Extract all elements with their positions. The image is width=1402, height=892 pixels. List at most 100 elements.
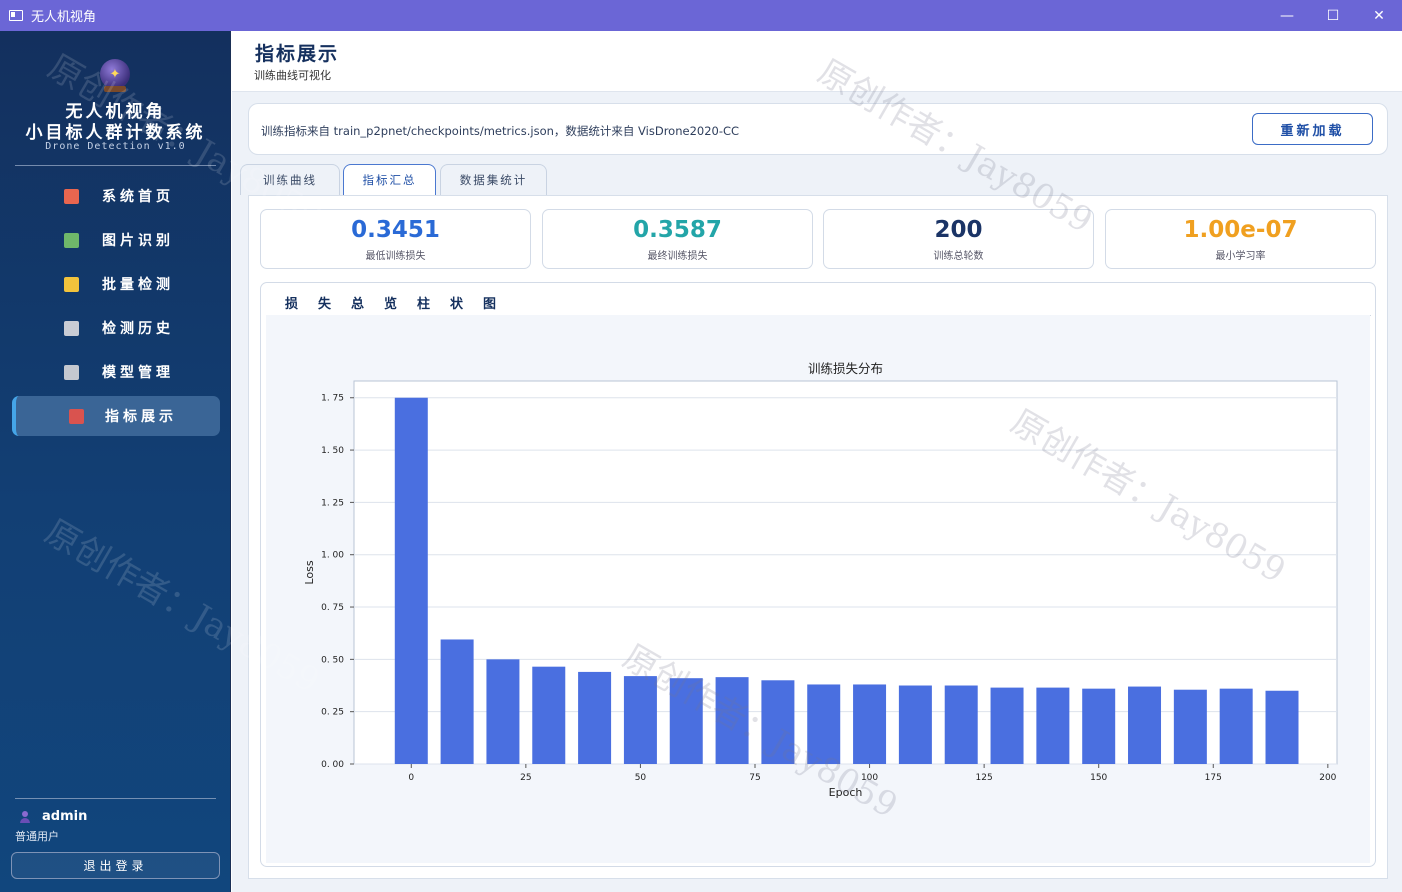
sidebar-item-6[interactable]: 指标展示 (12, 396, 220, 436)
chart-bar (578, 671, 612, 764)
home-icon (64, 188, 79, 204)
divider (15, 165, 216, 166)
sidebar-item-label: 模型管理 (102, 365, 174, 381)
sidebar-item-5[interactable]: 模型管理 (12, 352, 220, 392)
user-name: admin (42, 809, 88, 824)
chart-bar (1173, 689, 1207, 764)
chart-bar (990, 687, 1024, 764)
stat-card-total-epochs: 200 训练总轮数 (823, 209, 1094, 269)
y-tick-label: 1. 00 (321, 551, 344, 561)
page-header: 指标展示 训练曲线可视化 (232, 31, 1402, 92)
chart-area: 0. 00 0. 25 0. 50 0. 75 1. 00 1. 25 1. 50 1. 75… (266, 315, 1370, 863)
stat-label: 训练总轮数 (933, 251, 984, 262)
y-tick-label: 0. 00 (321, 760, 344, 770)
sidebar-item-2[interactable]: 图片识别 (12, 220, 220, 260)
chart-bar (944, 685, 978, 764)
tab-training-curve[interactable]: 训练曲线 (240, 164, 340, 195)
stat-value: 1.00e-07 (1183, 217, 1298, 243)
stat-card-final-loss: 0.3587 最终训练损失 (542, 209, 813, 269)
info-source-text: 训练指标来自 train_p2pnet/checkpoints/metrics.… (261, 124, 740, 138)
stat-value: 0.3451 (351, 217, 440, 243)
chart-bar (1265, 690, 1299, 764)
x-tick-label: 0 (408, 773, 414, 783)
card-title: 损失总览柱状图 (285, 297, 517, 312)
y-axis-label: Loss (303, 560, 316, 584)
minimize-icon[interactable]: — (1264, 0, 1310, 31)
loss-bar-chart: 0. 00 0. 25 0. 50 0. 75 1. 00 1. 25 1. 50 1. 75… (303, 361, 1338, 799)
y-tick-label: 1. 50 (321, 446, 344, 456)
close-icon[interactable]: ✕ (1356, 0, 1402, 31)
y-tick-label: 0. 75 (321, 603, 344, 613)
stat-label: 最小学习率 (1215, 251, 1266, 262)
chart-bar (715, 677, 749, 764)
page-subtitle: 训练曲线可视化 (254, 69, 331, 82)
divider (15, 798, 216, 799)
app-icon (9, 10, 23, 21)
sidebar-item-label: 检测历史 (102, 321, 174, 337)
folder-icon (64, 276, 79, 292)
page-title: 指标展示 (255, 43, 340, 65)
chart-bar (1082, 688, 1116, 764)
logout-button[interactable]: 退出登录 (11, 852, 220, 879)
sidebar: ✦ 无人机视角 小目标人群计数系统 Drone Detection v1.0 系… (0, 31, 231, 892)
sidebar-item-1[interactable]: 系统首页 (12, 176, 220, 216)
maximize-icon[interactable]: ☐ (1310, 0, 1356, 31)
x-axis-label: Epoch (829, 786, 863, 799)
brand-subtitle: 小目标人群计数系统 (25, 123, 206, 143)
x-tick-label: 150 (1090, 773, 1107, 783)
chart-bar (898, 685, 932, 764)
chart-bar (532, 666, 566, 764)
sidebar-item-label: 图片识别 (102, 233, 174, 249)
image-icon (64, 232, 79, 248)
tab-dataset-stats[interactable]: 数据集统计 (440, 164, 547, 195)
brand-version: Drone Detection v1.0 (45, 141, 186, 152)
chart-bar (440, 639, 474, 764)
x-tick-label: 175 (1205, 773, 1222, 783)
stat-label: 最低训练损失 (365, 251, 426, 262)
sidebar-item-label: 指标展示 (105, 409, 177, 425)
sidebar-item-4[interactable]: 检测历史 (12, 308, 220, 348)
chart-bar (853, 684, 887, 764)
chart-bar (1128, 686, 1162, 764)
history-icon (64, 320, 79, 336)
chart-bar (1219, 688, 1253, 764)
x-tick-label: 125 (976, 773, 993, 783)
y-tick-label: 0. 50 (321, 655, 344, 665)
crystal-ball-icon: ✦ (100, 59, 130, 89)
bar-chart-icon (69, 408, 84, 424)
sidebar-item-label: 批量检测 (102, 277, 174, 293)
x-tick-label: 75 (749, 773, 760, 783)
stat-value: 0.3587 (633, 217, 722, 243)
chart-title: 训练损失分布 (808, 361, 883, 376)
window-controls: — ☐ ✕ (1264, 0, 1402, 31)
info-card: 训练指标来自 train_p2pnet/checkpoints/metrics.… (248, 103, 1388, 155)
title-bar: 无人机视角 — ☐ ✕ (0, 0, 1402, 31)
y-tick-label: 0. 25 (321, 708, 344, 718)
x-tick-label: 50 (635, 773, 647, 783)
window-title: 无人机视角 (31, 10, 97, 25)
tab-metrics-summary[interactable]: 指标汇总 (343, 164, 436, 195)
x-tick-label: 100 (861, 773, 878, 783)
stat-value: 200 (934, 217, 983, 243)
chart-bar (761, 680, 795, 764)
y-tick-label: 1. 25 (321, 498, 344, 508)
chart-bar (1036, 687, 1070, 764)
chart-bar (486, 659, 520, 764)
stat-label: 最终训练损失 (647, 251, 708, 262)
chart-bar (394, 397, 428, 764)
user-role: 普通用户 (15, 830, 59, 843)
sidebar-item-label: 系统首页 (102, 189, 174, 205)
gear-icon (64, 364, 79, 380)
y-tick-label: 1. 75 (321, 394, 344, 404)
chart-bar (669, 678, 703, 764)
sidebar-item-3[interactable]: 批量检测 (12, 264, 220, 304)
stat-card-min-lr: 1.00e-07 最小学习率 (1105, 209, 1376, 269)
x-tick-label: 25 (520, 773, 531, 783)
x-tick-label: 200 (1319, 773, 1336, 783)
crystal-ball-base (104, 86, 126, 92)
stat-card-min-loss: 0.3451 最低训练损失 (260, 209, 531, 269)
user-avatar-icon (20, 811, 30, 823)
chart-bar (807, 684, 841, 764)
chart-bar (623, 676, 657, 764)
reload-button[interactable]: 重新加载 (1252, 113, 1373, 145)
